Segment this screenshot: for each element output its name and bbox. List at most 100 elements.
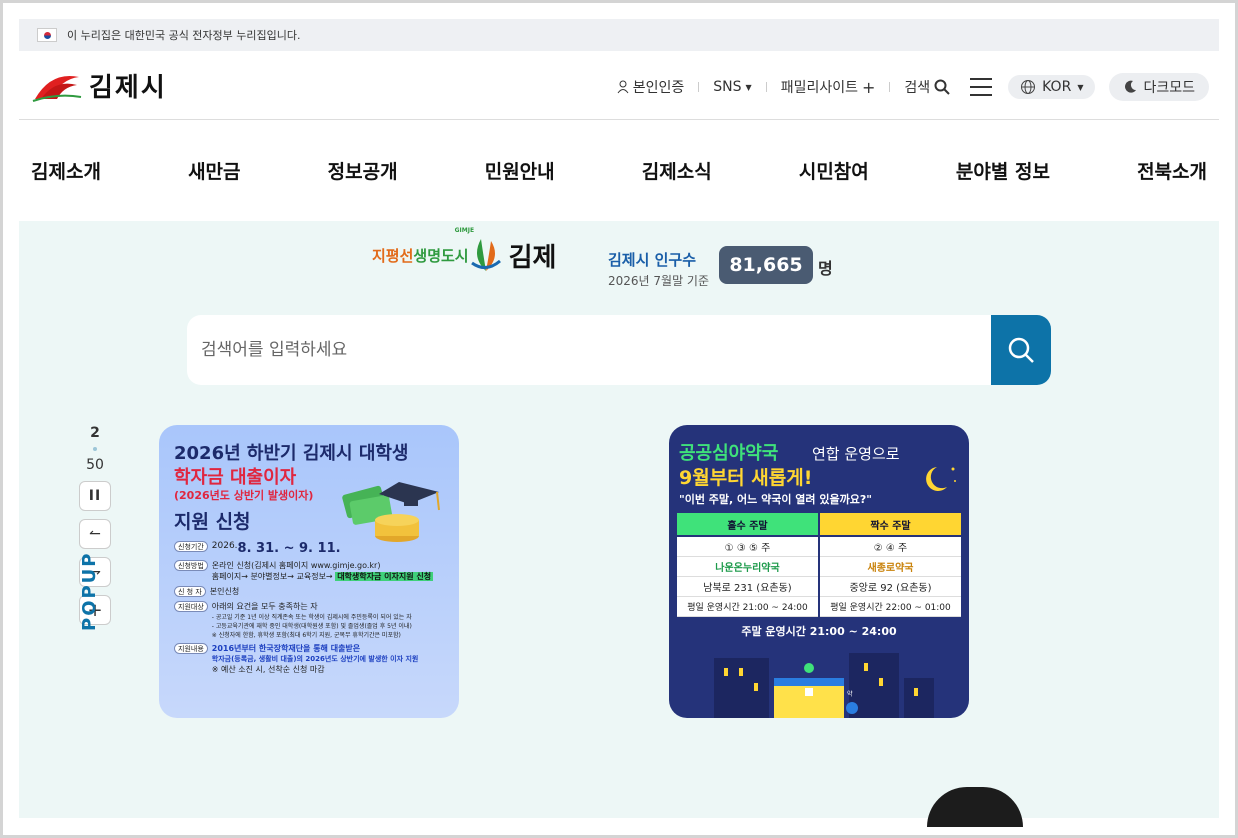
table-body: ① ③ ⑤ 주 나운온누리약국 남북로 231 (요촌동) 평일 운영시간 21… xyxy=(677,537,961,617)
divider xyxy=(889,82,891,92)
slogan-small-text: GIMJE xyxy=(454,227,475,234)
table-cell: 평일 운영시간 22:00 ~ 01:00 xyxy=(820,597,961,617)
divider xyxy=(765,82,767,92)
nav-item-civil[interactable]: 민원안내 xyxy=(485,157,555,184)
identity-label: 본인인증 xyxy=(632,80,685,96)
card1-title-3: (2026년도 상반기 발생이자) xyxy=(174,489,314,502)
table-cell: 새종로약국 xyxy=(820,557,961,577)
population-unit: 명 xyxy=(818,259,833,278)
utility-menu: 본인인증 SNS ▼ 패밀리사이트 + 검색 KOR ▼ 다크모드 xyxy=(617,73,1209,101)
globe-icon xyxy=(1021,80,1036,94)
card1-row: 신 청 자 본인신청 xyxy=(174,586,454,597)
family-site-menu[interactable]: 패밀리사이트 + xyxy=(781,77,876,97)
nav-item-saemangeum[interactable]: 새만금 xyxy=(188,157,240,184)
main-visual: 지평선 생명도시 GIMJE 김제 김제시 인구수 2026년 7월말 기준 8… xyxy=(19,221,1219,827)
plus-icon: + xyxy=(861,77,876,97)
card1-blue: 2016년부터 한국장학재단을 통해 대출받은 xyxy=(211,644,361,653)
card2-title-2: 9월부터 새롭게! xyxy=(679,467,813,489)
card1-sub: - 고등교육기관에 재학 중인 대학생(대학원생 포함) 및 졸업생(졸업 후 … xyxy=(211,623,412,630)
popup-card-student-loan[interactable]: 2026년 하반기 김제시 대학생 학자금 대출이자 (2026년도 상반기 발… xyxy=(159,425,459,718)
card1-details: 신청기간 2026. 8. 31. ~ 9. 11. 신청방법 온라인 신청(김… xyxy=(174,541,454,679)
family-label: 패밀리사이트 xyxy=(780,80,858,96)
search-toggle[interactable]: 검색 xyxy=(904,77,950,97)
slogan-part-1: 지평선 xyxy=(372,246,414,265)
city-slogan: 지평선 생명도시 GIMJE 김제 xyxy=(372,227,556,277)
nav-item-participation[interactable]: 시민참여 xyxy=(799,157,869,184)
card1-title-4: 지원 신청 xyxy=(174,511,251,533)
pharmacy-table: 홀수 주말 짝수 주말 ① ③ ⑤ 주 나운온누리약국 남북로 231 (요촌동… xyxy=(677,513,961,617)
card1-period: 8. 31. ~ 9. 11. xyxy=(237,541,341,556)
identity-link[interactable]: 본인인증 xyxy=(617,77,685,97)
search-label: 검색 xyxy=(904,80,931,96)
card1-sub: ※ 예산 소진 시, 선착순 신청 마감 xyxy=(211,665,325,674)
city-illustration xyxy=(714,653,934,718)
table-cell: 나운온누리약국 xyxy=(677,557,818,577)
nav-item-news[interactable]: 김제소식 xyxy=(642,157,712,184)
card1-text: 홈페이지→ 분야별정보→ 교육정보→ xyxy=(211,572,333,581)
card1-tag: 신청기간 xyxy=(174,541,208,552)
pause-button[interactable]: II xyxy=(79,481,111,511)
moon-icon xyxy=(1125,80,1137,93)
main-search xyxy=(187,315,1051,385)
nav-item-field-info[interactable]: 분야별 정보 xyxy=(956,157,1050,184)
popup-dot xyxy=(93,447,97,451)
divider xyxy=(698,82,700,92)
nav-item-jeonbuk[interactable]: 전북소개 xyxy=(1137,157,1207,184)
popup-card-night-pharmacy[interactable]: 공공심야약국 연합 운영으로 9월부터 새롭게! "이번 주말, 어느 약국이 … xyxy=(669,425,969,718)
search-icon xyxy=(934,79,950,95)
population-date: 2026년 7월말 기준 xyxy=(608,274,710,288)
dark-mode-toggle[interactable]: 다크모드 xyxy=(1109,73,1209,101)
logo-text: 김제시 xyxy=(89,73,167,103)
prev-arrow-icon: ↼ xyxy=(89,526,101,542)
table-cell: 중앙로 92 (요촌동) xyxy=(820,577,961,597)
table-column-even: ② ④ 주 새종로약국 중앙로 92 (요촌동) 평일 운영시간 22:00 ~… xyxy=(820,537,961,617)
card1-text: 본인신청 xyxy=(209,587,240,596)
caret-down-icon: ▼ xyxy=(745,82,752,92)
slogan-leaf-icon xyxy=(470,239,501,271)
card1-row: 지원대상 아래의 요건을 모두 충족하는 자 - 공고일 기준 1년 이상 직계… xyxy=(174,601,454,639)
card1-title-1: 2026년 하반기 김제시 대학생 xyxy=(174,443,409,464)
card2-subtitle: "이번 주말, 어느 약국이 열려 있을까요?" xyxy=(679,493,872,506)
card1-highlight: 대학생학자금 이자지원 신청 xyxy=(335,572,434,581)
main-navigation: 김제소개 새만금 정보공개 민원안내 김제소식 시민참여 분야별 정보 전북소개 xyxy=(19,120,1219,220)
pharmacy-pin-label: 약 xyxy=(847,691,853,698)
money-graduation-icon xyxy=(342,482,440,542)
site-header: 김제시 본인인증 SNS ▼ 패밀리사이트 + 검색 KOR ▼ 다크모드 xyxy=(19,51,1219,120)
weekend-hours: 주말 운영시간 21:00 ~ 24:00 xyxy=(741,625,897,638)
card1-tag: 신 청 자 xyxy=(174,586,206,597)
search-button[interactable] xyxy=(991,315,1051,385)
gimje-logo-icon xyxy=(32,75,82,102)
table-cell: 평일 운영시간 21:00 ~ 24:00 xyxy=(677,597,818,617)
site-logo[interactable]: 김제시 xyxy=(31,67,167,104)
mayor-photo xyxy=(927,787,1023,827)
moon-stars-icon xyxy=(926,467,956,491)
card1-sub: ※ 신청자에 한함, 휴학생 포함(최대 6학기 지원, 군복무 휴학기간은 미… xyxy=(211,632,401,639)
population-info: 김제시 인구수 2026년 7월말 기준 xyxy=(608,249,709,289)
table-cell: ② ④ 주 xyxy=(820,537,961,557)
prev-button[interactable]: ↼ xyxy=(79,519,111,549)
card1-tag: 신청방법 xyxy=(174,560,208,571)
gov-banner: 이 누리집은 대한민국 공식 전자정부 누리집입니다. xyxy=(19,19,1219,51)
nav-item-disclosure[interactable]: 정보공개 xyxy=(328,157,398,184)
table-head-odd: 홀수 주말 xyxy=(677,513,818,535)
nav-item-about[interactable]: 김제소개 xyxy=(31,157,101,184)
search-icon xyxy=(1008,337,1034,363)
table-head-even: 짝수 주말 xyxy=(820,513,961,535)
person-icon xyxy=(617,80,629,94)
population-title: 김제시 인구수 xyxy=(608,251,697,269)
population-count: 81,665 xyxy=(719,246,813,284)
search-input[interactable] xyxy=(187,315,987,385)
card1-cell: 아래의 요건을 모두 충족하는 자 - 공고일 기준 1년 이상 직계존속 또는… xyxy=(212,601,412,639)
card1-blue: 학자금(등록금, 생활비 대출)의 2026년도 상반기에 발생한 이자 지원 xyxy=(211,655,419,663)
slogan-part-2: 생명도시 xyxy=(413,246,469,265)
slogan-mark: GIMJE xyxy=(455,227,503,277)
card1-tag: 지원대상 xyxy=(174,601,208,612)
language-selector[interactable]: KOR ▼ xyxy=(1008,75,1096,99)
card1-text: 아래의 요건을 모두 충족하는 자 xyxy=(211,602,318,611)
menu-icon[interactable] xyxy=(970,78,993,96)
sns-menu[interactable]: SNS ▼ xyxy=(713,79,751,95)
card2-title-1b: 연합 운영으로 xyxy=(812,445,900,463)
card1-row: 신청기간 2026. 8. 31. ~ 9. 11. xyxy=(174,541,454,556)
dark-mode-label: 다크모드 xyxy=(1143,80,1195,96)
card1-sub: - 공고일 기준 1년 이상 직계존속 또는 학생이 김제시에 주민등록이 되어… xyxy=(211,614,412,621)
